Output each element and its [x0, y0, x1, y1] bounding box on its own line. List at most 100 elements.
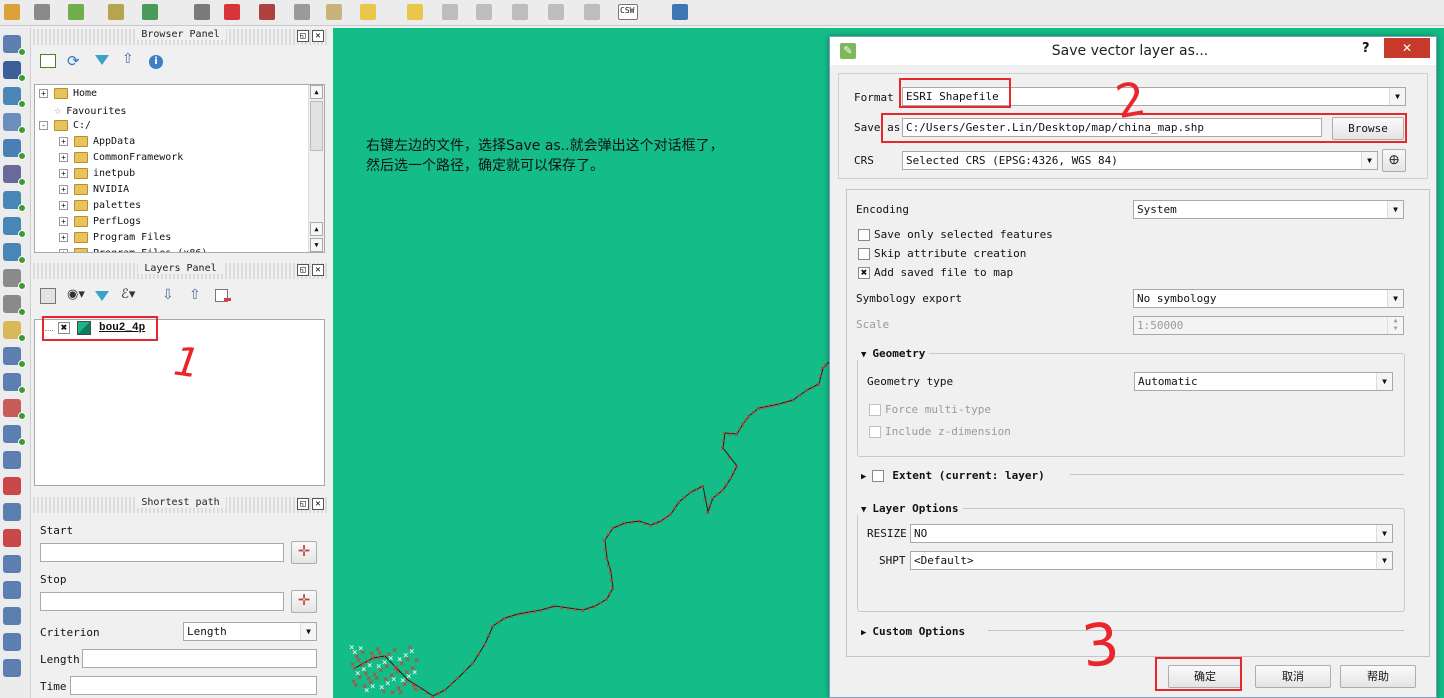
new-gpx-icon[interactable] — [2, 370, 26, 396]
add-oracle-layer-icon[interactable] — [2, 162, 26, 188]
topology-icon[interactable] — [2, 630, 26, 656]
dialog-close-button[interactable]: ✕ — [1384, 38, 1430, 58]
browser-tree-item[interactable]: - C:/ — [39, 118, 91, 134]
expand-toggle-icon[interactable]: + — [59, 136, 68, 146]
expand-toggle-icon[interactable]: + — [39, 88, 48, 98]
expand-toggle-icon[interactable]: + — [59, 184, 68, 194]
symbology-select[interactable]: No symbology ▼ — [1133, 289, 1404, 308]
shortest-path-float-button[interactable]: ◱ — [297, 498, 309, 510]
georeferencer-icon[interactable] — [2, 422, 26, 448]
help-button[interactable]: 帮助 — [1340, 665, 1416, 688]
add-virtual-layer-icon[interactable] — [2, 292, 26, 318]
browser-tree-item[interactable]: + Program Files (x86) — [59, 246, 207, 252]
length-output[interactable] — [82, 649, 317, 668]
expand-toggle-icon[interactable]: + — [59, 216, 68, 226]
add-spatialite-layer-icon[interactable] — [2, 110, 26, 136]
browser-tree-item[interactable]: + AppData — [59, 134, 135, 150]
resize-select[interactable]: NO ▼ — [910, 524, 1393, 543]
label-change-icon[interactable] — [580, 1, 604, 23]
scroll-thumb[interactable] — [310, 101, 323, 151]
browser-tree-item[interactable]: + palettes — [59, 198, 141, 214]
refresh-icon[interactable]: ⟳ — [67, 52, 80, 70]
time-output[interactable] — [70, 676, 317, 695]
include-z-checkbox[interactable] — [869, 426, 881, 438]
add-selected-layers-icon[interactable] — [40, 54, 56, 68]
browser-tree[interactable]: + Home ☆ Favourites - C:/ + AppData + CommonFrame… — [34, 84, 325, 253]
add-wfs-layer-icon[interactable] — [2, 240, 26, 266]
label-pin-icon[interactable] — [438, 1, 462, 23]
browser-tree-item[interactable]: + Program Files — [59, 230, 171, 246]
shortest-path-icon[interactable] — [2, 474, 26, 500]
add-temp-layer-icon[interactable] — [2, 396, 26, 422]
new-shapefile-icon[interactable] — [2, 318, 26, 344]
start-input[interactable] — [40, 543, 284, 562]
geometry-type-select[interactable]: Automatic ▼ — [1134, 372, 1393, 391]
print-icon[interactable] — [2, 552, 26, 578]
skip-attribute-checkbox[interactable] — [858, 248, 870, 260]
scroll-arrow-icon[interactable]: ▲ — [310, 222, 323, 236]
force-multi-checkbox[interactable] — [869, 404, 881, 416]
expand-toggle-icon[interactable]: + — [59, 152, 68, 162]
encoding-select[interactable]: System ▼ — [1133, 200, 1404, 219]
refresh-layer-icon[interactable] — [138, 1, 162, 23]
browser-panel-close-button[interactable]: ✕ — [312, 30, 324, 42]
crs-selector-globe-icon[interactable]: 🜨 — [1382, 149, 1406, 172]
layer-filter-icon[interactable] — [95, 291, 109, 301]
add-vector-layer-icon[interactable] — [2, 32, 26, 58]
browser-tree-item[interactable]: + inetpub — [59, 166, 135, 182]
road-graph-icon[interactable] — [2, 448, 26, 474]
add-raster-layer-icon[interactable] — [2, 58, 26, 84]
label-show-icon[interactable] — [472, 1, 496, 23]
attribute-icon[interactable] — [2, 578, 26, 604]
layers-panel-float-button[interactable]: ◱ — [297, 264, 309, 276]
edit-tool-icon[interactable] — [190, 1, 214, 23]
criterion-select[interactable]: Length ▼ — [183, 622, 317, 641]
label-highlight-icon[interactable] — [403, 1, 427, 23]
extent-checkbox[interactable] — [872, 470, 885, 482]
new-spatialite-icon[interactable] — [2, 344, 26, 370]
expand-all-icon[interactable]: ⇩ — [162, 287, 174, 303]
info-icon[interactable]: i — [149, 55, 163, 69]
browser-tree-item[interactable]: + NVIDIA — [59, 182, 129, 198]
expression-filter-icon[interactable]: ℰ▾ — [121, 287, 135, 302]
paste-icon[interactable] — [322, 1, 346, 23]
expand-toggle-icon[interactable]: + — [59, 200, 68, 210]
copy-icon[interactable] — [290, 1, 314, 23]
add-feature-icon[interactable] — [64, 1, 88, 23]
browser-panel-float-button[interactable]: ◱ — [297, 30, 309, 42]
scroll-arrow-icon[interactable]: ▲ — [310, 85, 323, 99]
browser-tree-item[interactable]: + Home — [39, 86, 97, 102]
shortest-path-close-button[interactable]: ✕ — [312, 498, 324, 510]
add-delimited-text-icon[interactable] — [2, 266, 26, 292]
geometry-group-header[interactable]: ▼ Geometry — [857, 347, 930, 360]
browser-scrollbar[interactable]: ▲ ▼ ▲ — [308, 85, 324, 252]
expand-toggle-icon[interactable]: + — [59, 248, 68, 252]
label-abc-icon[interactable] — [356, 1, 380, 23]
collapse-all-icon[interactable]: ⇧ — [122, 51, 134, 67]
expand-toggle-icon[interactable]: + — [59, 168, 68, 178]
save-selected-checkbox[interactable] — [858, 229, 870, 241]
add-to-map-checkbox[interactable]: ✖ — [858, 267, 870, 279]
stop-input[interactable] — [40, 592, 284, 611]
stop-capture-point-button[interactable]: ✛ — [291, 590, 317, 613]
expand-toggle-icon[interactable]: - — [39, 120, 48, 130]
add-mssql-layer-icon[interactable] — [2, 136, 26, 162]
custom-options-group-header[interactable]: ▶ Custom Options — [857, 625, 970, 638]
collapse-all-layers-icon[interactable]: ⇧ — [189, 287, 201, 303]
extent-group-header[interactable]: ▶ Extent (current: layer) — [857, 469, 1049, 482]
label-rotate-icon[interactable] — [544, 1, 568, 23]
layer-style-icon[interactable] — [40, 288, 56, 304]
cut-icon[interactable] — [255, 1, 279, 23]
browser-tree-item[interactable]: + PerfLogs — [59, 214, 141, 230]
add-postgis-layer-icon[interactable] — [2, 84, 26, 110]
cancel-button[interactable]: 取消 — [1255, 665, 1331, 688]
shpt-select[interactable]: <Default> ▼ — [910, 551, 1393, 570]
capture-icon[interactable] — [2, 500, 26, 526]
pencil-icon[interactable] — [0, 1, 24, 23]
add-wms-layer-icon[interactable] — [2, 188, 26, 214]
crs-select[interactable]: Selected CRS (EPSG:4326, WGS 84) ▼ — [902, 151, 1378, 170]
save-edits-icon[interactable] — [30, 1, 54, 23]
overview-icon[interactable] — [2, 604, 26, 630]
filter-icon[interactable] — [95, 55, 109, 65]
browser-tree-item[interactable]: + CommonFramework — [59, 150, 183, 166]
